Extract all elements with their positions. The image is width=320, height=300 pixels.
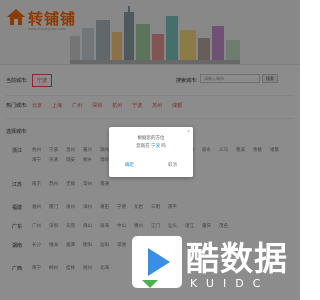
dialog-question-prefix: 您就在 — [136, 143, 150, 148]
dialog-question: 您就在 宁波 吗 — [109, 143, 193, 149]
location-confirm-dialog: × 根据您的方位 您就在 宁波 吗 确定 取消 — [109, 127, 193, 177]
watermark-subtext: KUIDC — [190, 277, 270, 290]
confirm-button[interactable]: 确定 — [125, 162, 134, 168]
cancel-button[interactable]: 取消 — [168, 162, 177, 168]
play-logo-icon — [132, 236, 182, 288]
dialog-question-suffix: 吗 — [161, 143, 166, 148]
watermark-text: 酷数据 — [186, 239, 288, 278]
dialog-question-city: 宁波 — [151, 143, 160, 148]
page: 转铺铺 www.zhuanpupu.com 当前城市: 宁波 搜索城市: 请输入… — [0, 0, 300, 300]
watermark: 酷数据 KUIDC — [128, 230, 298, 296]
dialog-message: 根据您的方位 — [137, 135, 165, 140]
